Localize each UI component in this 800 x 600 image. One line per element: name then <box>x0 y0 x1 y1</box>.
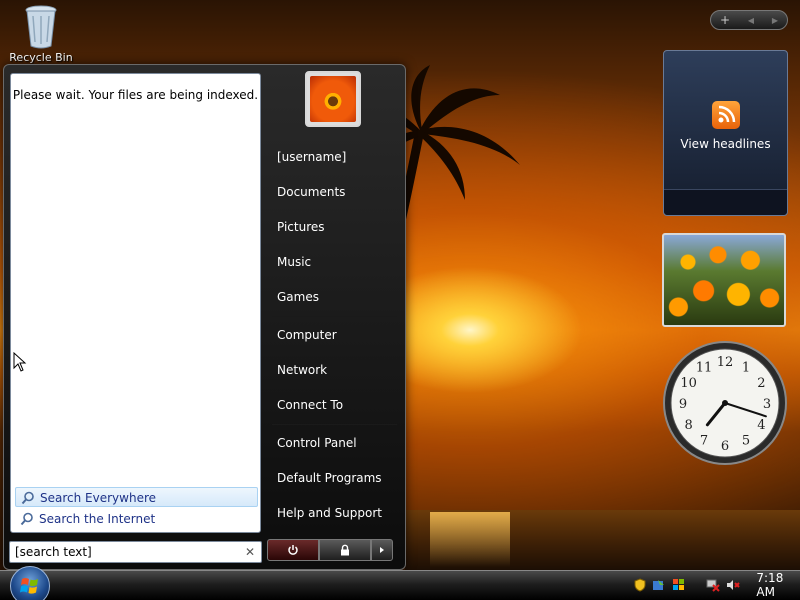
shutdown-options-arrow-button[interactable] <box>371 539 393 561</box>
power-button[interactable] <box>267 539 319 561</box>
clock-numeral: 1 <box>742 361 750 376</box>
power-icon <box>288 545 298 555</box>
power-controls <box>267 539 395 561</box>
clock-numeral: 4 <box>757 418 765 433</box>
games-link[interactable]: Games <box>277 290 319 304</box>
search-option-label: Search Everywhere <box>40 491 156 505</box>
windows-flag-icon[interactable] <box>672 578 686 592</box>
recycle-bin[interactable]: Recycle Bin <box>6 2 76 64</box>
network-disconnected-icon[interactable] <box>706 578 721 592</box>
sidebar-controls: + ◀ ▶ <box>710 10 788 30</box>
feed-headlines-gadget[interactable]: View headlines <box>663 50 788 216</box>
user-picture[interactable] <box>305 71 361 127</box>
volume-muted-icon[interactable] <box>726 578 741 592</box>
clock-numeral: 6 <box>721 439 729 454</box>
clock-numeral: 11 <box>696 361 713 376</box>
clock-numeral: 10 <box>680 376 697 391</box>
user-picture-flower-image <box>310 76 356 122</box>
clock-numeral: 5 <box>742 433 750 448</box>
clock-numeral: 9 <box>679 397 687 412</box>
start-menu-left-pane: Please wait. Your files are being indexe… <box>10 73 261 533</box>
lock-button[interactable] <box>319 539 371 561</box>
lock-icon <box>341 544 349 556</box>
menu-separator <box>272 316 397 317</box>
add-gadget-button[interactable]: + <box>720 13 730 27</box>
clock-numeral: 2 <box>757 376 765 391</box>
network-link[interactable]: Network <box>277 363 327 377</box>
help-support-link[interactable]: Help and Support <box>277 506 382 520</box>
search-everywhere-option[interactable]: Search Everywhere <box>15 487 258 507</box>
user-name-link[interactable]: [username] <box>277 150 346 164</box>
clear-search-icon[interactable]: ✕ <box>245 542 255 562</box>
feed-gadget-footer <box>664 189 787 215</box>
indexing-message: Please wait. Your files are being indexe… <box>12 88 259 102</box>
windows-update-icon[interactable] <box>652 578 666 592</box>
start-search-input[interactable]: [search text] ✕ <box>9 541 262 563</box>
pictures-link[interactable]: Pictures <box>277 220 325 234</box>
system-tray: 7:18 AM <box>630 570 800 600</box>
search-icon <box>21 491 34 505</box>
documents-link[interactable]: Documents <box>277 185 345 199</box>
menu-separator <box>272 424 397 425</box>
start-button[interactable] <box>10 566 50 600</box>
mouse-cursor-icon <box>13 352 27 372</box>
previous-gadget-page-button[interactable]: ◀ <box>748 16 754 25</box>
next-gadget-page-button[interactable]: ▶ <box>772 16 778 25</box>
search-input-value: [search text] <box>15 545 92 559</box>
start-menu: Please wait. Your files are being indexe… <box>3 64 406 570</box>
connect-to-link[interactable]: Connect To <box>277 398 343 412</box>
view-headlines-label[interactable]: View headlines <box>664 137 787 151</box>
clock-numeral: 8 <box>684 418 692 433</box>
clock-gadget[interactable]: 1234567891011 12 <box>662 340 788 466</box>
recycle-bin-label: Recycle Bin <box>9 51 73 64</box>
windows-logo-icon <box>20 578 38 594</box>
sun-glint <box>430 512 510 567</box>
clock-numeral: 3 <box>763 397 771 412</box>
search-internet-option[interactable]: Search the Internet <box>15 509 258 529</box>
security-shield-icon[interactable] <box>634 578 646 592</box>
search-option-label: Search the Internet <box>39 512 156 526</box>
clock-numeral: 7 <box>700 433 708 448</box>
slideshow-gadget[interactable] <box>662 233 786 327</box>
computer-link[interactable]: Computer <box>277 328 337 342</box>
music-link[interactable]: Music <box>277 255 311 269</box>
recycle-bin-icon <box>25 5 57 49</box>
control-panel-link[interactable]: Control Panel <box>277 436 357 450</box>
rss-feed-icon <box>712 101 740 129</box>
search-icon <box>20 512 33 526</box>
clock-numeral: 12 <box>717 355 734 370</box>
default-programs-link[interactable]: Default Programs <box>277 471 382 485</box>
taskbar-clock[interactable]: 7:18 AM <box>756 571 800 599</box>
chevron-right-icon <box>380 547 384 553</box>
